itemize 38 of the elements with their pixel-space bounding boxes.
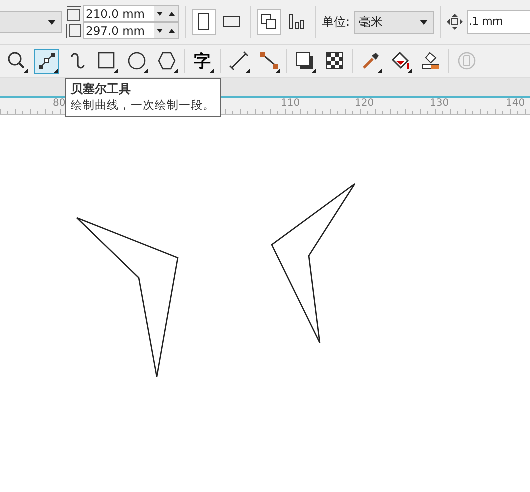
bezier-tool[interactable]	[34, 48, 59, 74]
nudge-field[interactable]: .1 mm	[467, 10, 530, 34]
nudge-icon	[447, 14, 464, 30]
ruler-label: 140	[506, 98, 526, 110]
spin-arrows-icon	[154, 6, 178, 21]
landscape-page-icon	[223, 16, 241, 28]
spin-arrows-icon	[154, 23, 178, 38]
portrait-button[interactable]	[192, 9, 216, 35]
ellipse-icon	[126, 51, 146, 71]
ruler-label: 110	[281, 98, 300, 110]
polygon-icon	[156, 51, 176, 71]
width-field[interactable]: 210.0 mm	[83, 5, 179, 22]
search-icon	[6, 51, 26, 71]
page-layout-button[interactable]	[257, 9, 281, 35]
smartfill-icon	[420, 51, 440, 71]
ruler-label: 80	[53, 98, 66, 110]
width-icon	[66, 6, 82, 22]
bezier-icon	[36, 51, 56, 71]
unit-dropdown[interactable]: 毫米	[354, 10, 434, 34]
tooltip-title: 贝塞尔工具	[71, 81, 132, 98]
eyedropper-icon	[360, 51, 380, 71]
transparency-icon	[324, 51, 344, 71]
shadow-icon	[294, 51, 314, 71]
connector-icon	[258, 51, 278, 71]
rectangle-icon	[96, 51, 116, 71]
bars-icon	[288, 13, 306, 31]
ruler-label: 120	[355, 98, 374, 110]
text-tool[interactable]: 字	[190, 48, 215, 74]
height-icon	[66, 22, 82, 38]
fill-icon	[390, 51, 410, 71]
ruler-label: 130	[430, 98, 450, 110]
outline-icon	[456, 51, 476, 71]
tooltip-text: 绘制曲线，一次绘制一段。	[71, 98, 215, 113]
portrait-page-icon	[198, 13, 210, 31]
overlapping-squares-icon	[260, 13, 278, 31]
dimension-icon	[228, 51, 248, 71]
height-field[interactable]: 297.0 mm	[83, 22, 179, 39]
unit-label: 单位:	[322, 14, 350, 30]
